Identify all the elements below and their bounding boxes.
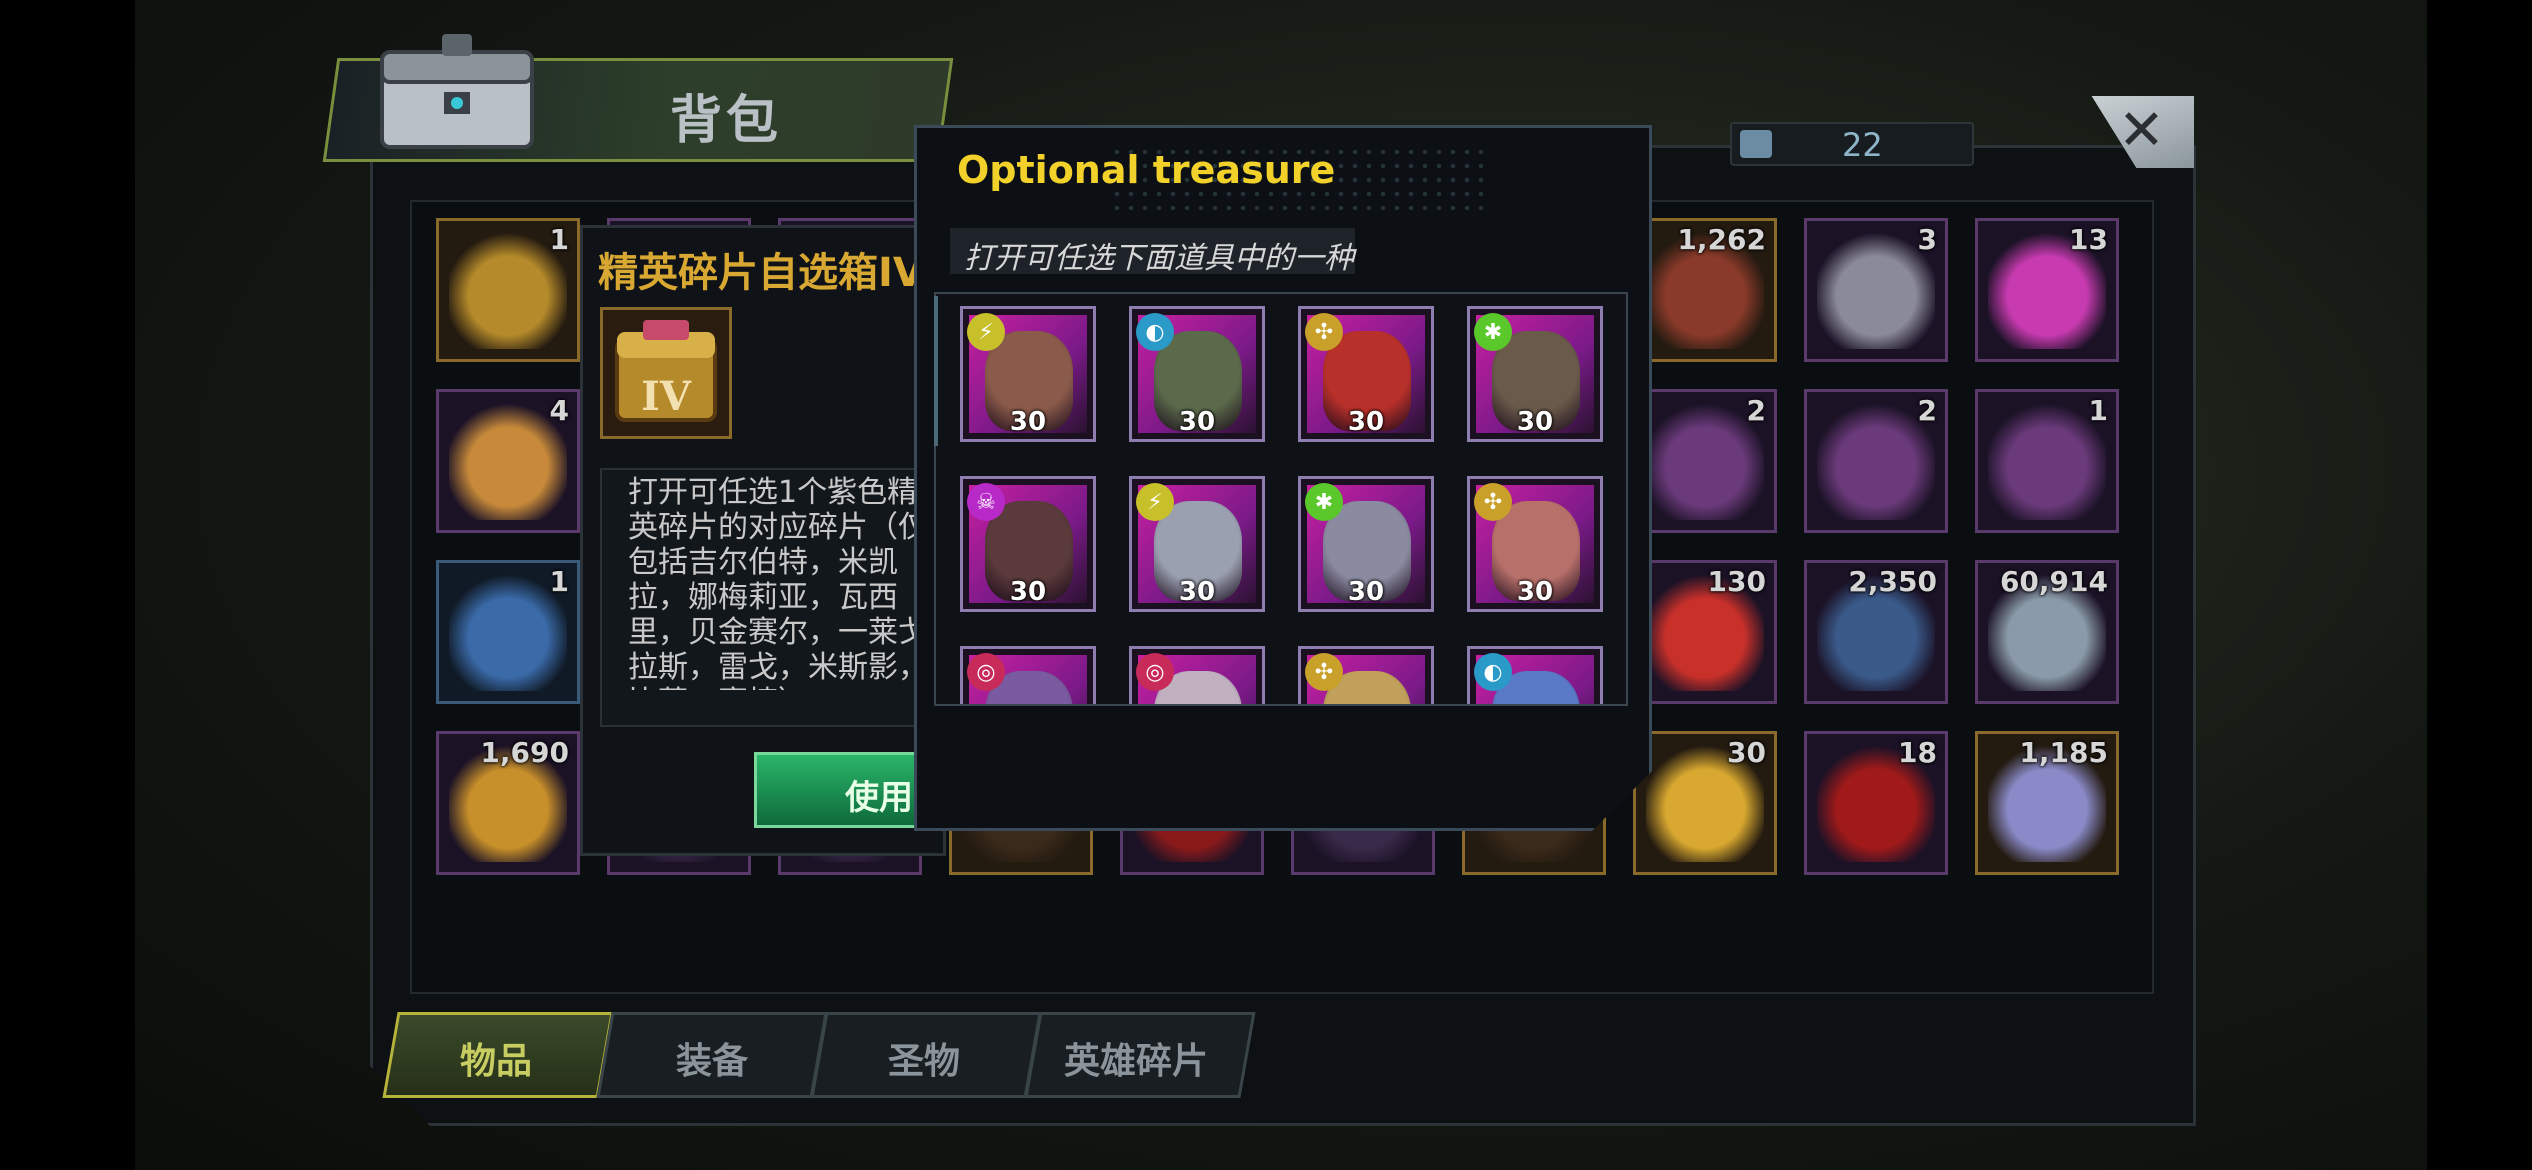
inventory-slot[interactable]: 30 (1633, 731, 1777, 875)
item-quantity: 30 (1727, 736, 1766, 769)
item-quantity: 1,262 (1677, 223, 1766, 256)
tab-hero-shards-label[interactable]: 英雄碎片 (1064, 1032, 1208, 1084)
inventory-slot[interactable]: 1,185 (1975, 731, 2119, 875)
hero-shard-option[interactable]: ✣ 30 (1298, 306, 1434, 442)
shard-count: 30 (1178, 577, 1216, 607)
inventory-slot[interactable]: 3 (1804, 218, 1948, 362)
hero-shard-option[interactable]: ◎ (1129, 646, 1265, 704)
shard-count: 30 (1516, 577, 1554, 607)
item-quantity: 2 (1746, 394, 1766, 427)
item-quantity: 1 (549, 223, 569, 256)
tab-items-label[interactable]: 物品 (460, 1032, 532, 1084)
hero-shard-option[interactable]: ✣ (1298, 646, 1434, 704)
item-quantity: 13 (2069, 223, 2108, 256)
capacity-indicator: 22 (1730, 122, 1974, 166)
shard-options-list[interactable]: ⚡ 30 ◐ 30 ✣ 30 ✱ 30 ☠ 30 ⚡ 30 ✱ 30 ✣ 30 ◎ ◎ ✣ ◐ (934, 292, 1628, 706)
inventory-slot[interactable]: 2,350 (1804, 560, 1948, 704)
inventory-slot[interactable]: 13 (1975, 218, 2119, 362)
hero-shard-option[interactable]: ◐ 30 (1129, 306, 1265, 442)
tab-equipment-label[interactable]: 装备 (676, 1032, 748, 1084)
faction-icon: ✱ (1305, 483, 1343, 521)
inventory-slot[interactable]: 1,262 (1633, 218, 1777, 362)
inventory-slot[interactable]: 60,914 (1975, 560, 2119, 704)
inventory-slot[interactable]: 1,690 (436, 731, 580, 875)
faction-icon: ✣ (1305, 313, 1343, 351)
shard-count: 30 (1347, 577, 1385, 607)
hero-shard-option[interactable]: ☠ 30 (960, 476, 1096, 612)
item-description: 打开可任选1个紫色精英碎片的对应碎片（仅包括吉尔伯特，米凯拉，娜梅莉亚，瓦西里，… (628, 475, 928, 690)
item-quantity: 1,690 (480, 736, 569, 769)
faction-icon: ✱ (1474, 313, 1512, 351)
svg-text:IV: IV (641, 373, 692, 420)
item-detail-title: 精英碎片自选箱IV (598, 250, 924, 296)
inventory-slot[interactable]: 2 (1633, 389, 1777, 533)
faction-icon: ◐ (1136, 313, 1174, 351)
bag-title: 背包 (670, 91, 783, 151)
item-quantity: 2 (1917, 394, 1937, 427)
faction-icon: ✣ (1474, 483, 1512, 521)
hero-shard-option[interactable]: ✣ 30 (1467, 476, 1603, 612)
inventory-slot[interactable]: 130 (1633, 560, 1777, 704)
hero-shard-option[interactable]: ◐ (1467, 646, 1603, 704)
faction-icon: ✣ (1305, 653, 1343, 691)
tab-relics-label[interactable]: 圣物 (888, 1032, 960, 1084)
inventory-slot[interactable]: 1 (436, 218, 580, 362)
shard-count: 30 (1009, 407, 1047, 437)
hero-shard-option[interactable]: ✱ 30 (1298, 476, 1434, 612)
popup-title: Optional treasure (957, 148, 1336, 192)
scrollbar[interactable] (934, 296, 938, 446)
chest-iv-icon: IV (600, 307, 732, 439)
shard-count: 30 (1009, 577, 1047, 607)
faction-icon: ⚡ (967, 313, 1005, 351)
hero-shard-option[interactable]: ⚡ 30 (960, 306, 1096, 442)
item-quantity: 1 (549, 565, 569, 598)
metal-chest-icon (380, 34, 534, 149)
inventory-slot[interactable]: 1 (436, 560, 580, 704)
inventory-slot[interactable]: 1 (1975, 389, 2119, 533)
faction-icon: ⚡ (1136, 483, 1174, 521)
hero-shard-option[interactable]: ⚡ 30 (1129, 476, 1265, 612)
shard-count: 30 (1347, 407, 1385, 437)
faction-icon: ◐ (1474, 653, 1512, 691)
item-quantity: 3 (1917, 223, 1937, 256)
item-quantity: 1 (2088, 394, 2108, 427)
inventory-slot[interactable]: 4 (436, 389, 580, 533)
shard-count: 30 (1516, 407, 1554, 437)
use-button-label[interactable]: 使用 (845, 770, 913, 819)
item-quantity: 2,350 (1848, 565, 1937, 598)
faction-icon: ☠ (967, 483, 1005, 521)
inventory-slot[interactable]: 2 (1804, 389, 1948, 533)
popup-subtitle: 打开可任选下面道具中的一种 (964, 241, 1354, 276)
faction-icon: ◎ (967, 653, 1005, 691)
item-quantity: 60,914 (1999, 565, 2108, 598)
bag-capacity-icon (1740, 130, 1772, 158)
item-quantity: 4 (549, 394, 569, 427)
inventory-slot[interactable]: 18 (1804, 731, 1948, 875)
hero-shard-option[interactable]: ✱ 30 (1467, 306, 1603, 442)
item-quantity: 130 (1707, 565, 1766, 598)
hero-shard-option[interactable]: ◎ (960, 646, 1096, 704)
item-quantity: 1,185 (2019, 736, 2108, 769)
close-icon[interactable]: ✕ (2118, 98, 2165, 163)
faction-icon: ◎ (1136, 653, 1174, 691)
shard-count: 30 (1178, 407, 1216, 437)
item-quantity: 18 (1898, 736, 1937, 769)
capacity-value: 22 (1842, 126, 1883, 164)
